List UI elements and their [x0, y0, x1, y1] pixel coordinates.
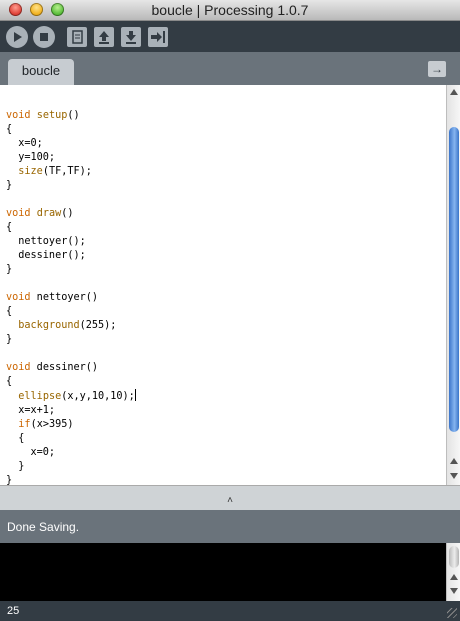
editor-scrollbar[interactable] [446, 85, 460, 485]
scroll-up-arrow-icon-bottom[interactable] [450, 458, 458, 464]
console-scrollbar[interactable] [446, 543, 460, 601]
editor-scroll-thumb[interactable] [449, 127, 459, 432]
console-output[interactable] [0, 543, 446, 601]
code-line[interactable]: void draw() [6, 208, 74, 219]
window-title: boucle | Processing 1.0.7 [151, 2, 309, 18]
tab-menu-button[interactable]: → [428, 61, 446, 77]
code-line[interactable]: { [6, 222, 12, 233]
code-line[interactable]: x=x+1; [6, 405, 55, 416]
code-line[interactable]: x=0; [6, 447, 56, 458]
status-bar: Done Saving. [0, 510, 460, 543]
console-scroll-thumb[interactable] [449, 546, 459, 568]
export-arrow-icon [151, 31, 165, 43]
code-line[interactable]: nettoyer(); [6, 236, 85, 247]
status-message: Done Saving. [7, 520, 80, 534]
code-line[interactable]: { [6, 306, 12, 317]
text-caret [134, 389, 136, 401]
divider-handle-icon[interactable]: ˄ [224, 496, 236, 506]
code-line[interactable]: } [6, 180, 12, 191]
arrow-up-icon [99, 31, 109, 44]
open-button[interactable] [94, 27, 114, 47]
tab-boucle[interactable]: boucle [8, 59, 74, 85]
code-line[interactable]: background(255); [6, 320, 116, 331]
scroll-down-arrow-icon[interactable] [450, 473, 458, 479]
code-text[interactable]: void setup() { x=0; y=100; size(TF,TF); … [6, 95, 136, 488]
tab-bar: boucle → [0, 52, 460, 85]
arrow-down-icon [126, 31, 136, 44]
code-line[interactable]: } [6, 334, 12, 345]
new-button[interactable] [67, 27, 87, 47]
code-line[interactable]: { [6, 124, 12, 135]
export-button[interactable] [148, 27, 168, 47]
tab-menu-arrow-icon: → [431, 62, 443, 76]
code-line[interactable]: ellipse(x,y,10,10); [6, 389, 136, 402]
stop-button[interactable] [33, 26, 55, 48]
code-line[interactable]: void setup() [6, 110, 80, 121]
code-line[interactable]: size(TF,TF); [6, 166, 92, 177]
save-button[interactable] [121, 27, 141, 47]
code-line[interactable]: } [6, 461, 24, 472]
code-line[interactable]: y=100; [6, 152, 55, 163]
title-bar: boucle | Processing 1.0.7 [0, 0, 460, 21]
stop-icon [40, 33, 48, 41]
code-line[interactable]: dessiner(); [6, 250, 85, 261]
code-line[interactable]: if(x>395) [6, 419, 73, 430]
footer-bar: 25 [0, 601, 460, 621]
new-file-icon [72, 30, 83, 44]
code-line[interactable]: } [6, 264, 12, 275]
run-button[interactable] [6, 26, 28, 48]
code-line[interactable]: { [6, 433, 24, 444]
play-icon [14, 32, 22, 42]
code-line[interactable]: x=0; [6, 138, 43, 149]
line-number: 25 [7, 605, 20, 617]
scroll-up-arrow-icon[interactable] [450, 89, 458, 95]
resize-grip-icon[interactable] [447, 608, 457, 618]
code-line[interactable]: { [6, 376, 12, 387]
console-scroll-down-arrow-icon[interactable] [450, 588, 458, 594]
code-editor[interactable]: void setup() { x=0; y=100; size(TF,TF); … [0, 85, 460, 488]
toolbar [0, 21, 460, 52]
code-line[interactable]: void nettoyer() [6, 292, 98, 303]
console-scroll-up-arrow-icon[interactable] [450, 574, 458, 580]
code-line[interactable]: void dessiner() [6, 362, 98, 373]
